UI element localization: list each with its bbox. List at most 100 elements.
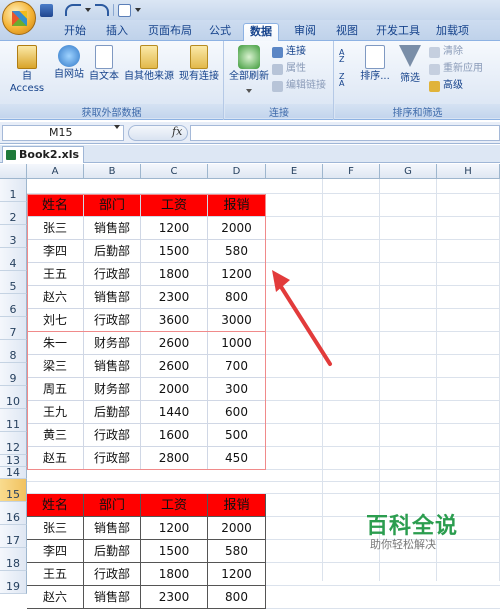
sort-descending-icon[interactable]: ZA bbox=[339, 73, 351, 88]
row-header-10[interactable]: 10 bbox=[0, 386, 27, 409]
select-all-corner[interactable] bbox=[0, 164, 27, 179]
table1-cell[interactable]: 800 bbox=[208, 286, 266, 309]
table1-cell[interactable]: 销售部 bbox=[84, 286, 141, 309]
table1-cell[interactable]: 行政部 bbox=[84, 447, 141, 470]
table1-cell[interactable]: 李四 bbox=[27, 240, 84, 263]
insert-function-icon[interactable]: fx bbox=[172, 125, 182, 138]
properties-button[interactable]: 属性 bbox=[272, 62, 306, 76]
table1-cell[interactable]: 2800 bbox=[141, 447, 208, 470]
table2-cell[interactable]: 后勤部 bbox=[84, 540, 141, 563]
table1-cell[interactable]: 张三 bbox=[27, 217, 84, 240]
column-header-b[interactable]: B bbox=[84, 164, 141, 179]
column-header-h[interactable]: H bbox=[437, 164, 500, 179]
table1-cell[interactable]: 赵六 bbox=[27, 286, 84, 309]
name-box[interactable]: M15 bbox=[2, 125, 124, 141]
table2-cell[interactable]: 2000 bbox=[208, 517, 266, 540]
edit-links-button[interactable]: 编辑链接 bbox=[272, 79, 326, 93]
row-header-16[interactable]: 16 bbox=[0, 502, 27, 525]
table2-header-cell[interactable]: 报销 bbox=[208, 494, 266, 517]
tab-page-layout[interactable]: 页面布局 bbox=[142, 23, 198, 41]
table1-cell[interactable]: 1440 bbox=[141, 401, 208, 424]
redo-icon[interactable] bbox=[95, 4, 109, 16]
row-header-7[interactable]: 7 bbox=[0, 317, 27, 340]
tab-add-ins[interactable]: 加载项 bbox=[430, 23, 475, 41]
table1-cell[interactable]: 黄三 bbox=[27, 424, 84, 447]
row-header-3[interactable]: 3 bbox=[0, 225, 27, 248]
tab-insert[interactable]: 插入 bbox=[100, 23, 134, 41]
table1-cell[interactable]: 王五 bbox=[27, 263, 84, 286]
table1-cell[interactable]: 财务部 bbox=[84, 378, 141, 401]
table1-cell[interactable]: 500 bbox=[208, 424, 266, 447]
table1-cell[interactable]: 后勤部 bbox=[84, 240, 141, 263]
table2-cell[interactable]: 1800 bbox=[141, 563, 208, 586]
row-header-8[interactable]: 8 bbox=[0, 340, 27, 363]
table1-cell[interactable]: 行政部 bbox=[84, 263, 141, 286]
table1-cell[interactable]: 2600 bbox=[141, 355, 208, 378]
table1-cell[interactable]: 销售部 bbox=[84, 355, 141, 378]
formula-input[interactable] bbox=[190, 125, 500, 141]
table1-header-cell[interactable]: 姓名 bbox=[27, 194, 84, 217]
table1-cell[interactable]: 580 bbox=[208, 240, 266, 263]
advanced-button[interactable]: 高级 bbox=[429, 79, 463, 93]
column-header-f[interactable]: F bbox=[323, 164, 380, 179]
table1-cell[interactable]: 行政部 bbox=[84, 424, 141, 447]
dropdown-icon[interactable] bbox=[135, 8, 141, 12]
table1-header-cell[interactable]: 工资 bbox=[141, 194, 208, 217]
tab-developer[interactable]: 开发工具 bbox=[370, 23, 426, 41]
column-header-e[interactable]: E bbox=[266, 164, 323, 179]
tab-formulas[interactable]: 公式 bbox=[203, 23, 237, 41]
row-header-17[interactable]: 17 bbox=[0, 525, 27, 548]
table2-header-cell[interactable]: 姓名 bbox=[27, 494, 84, 517]
table1-cell[interactable]: 后勤部 bbox=[84, 401, 141, 424]
workbook-tab[interactable]: Book2.xls * bbox=[2, 146, 84, 176]
table1-cell[interactable]: 3000 bbox=[208, 309, 266, 332]
tab-home[interactable]: 开始 bbox=[58, 23, 92, 41]
table1-cell[interactable]: 朱一 bbox=[27, 332, 84, 355]
row-header-2[interactable]: 2 bbox=[0, 202, 27, 225]
table1-header-cell[interactable]: 报销 bbox=[208, 194, 266, 217]
table1-cell[interactable]: 2600 bbox=[141, 332, 208, 355]
table2-cell[interactable]: 2300 bbox=[141, 586, 208, 609]
table1-cell[interactable]: 财务部 bbox=[84, 332, 141, 355]
column-header-a[interactable]: A bbox=[27, 164, 84, 179]
table2-cell[interactable]: 销售部 bbox=[84, 586, 141, 609]
column-header-d[interactable]: D bbox=[208, 164, 266, 179]
row-header-18[interactable]: 18 bbox=[0, 548, 27, 571]
connections-button[interactable]: 连接 bbox=[272, 45, 306, 59]
table2-cell[interactable]: 行政部 bbox=[84, 563, 141, 586]
filter-button[interactable]: 筛选 bbox=[395, 45, 425, 85]
reapply-button[interactable]: 重新应用 bbox=[429, 62, 483, 76]
print-preview-icon[interactable] bbox=[118, 3, 131, 17]
sort-ascending-icon[interactable]: AZ bbox=[339, 49, 351, 64]
table2-header-cell[interactable]: 部门 bbox=[84, 494, 141, 517]
existing-connections-button[interactable]: 现有连接 bbox=[178, 45, 220, 83]
table1-cell[interactable]: 2000 bbox=[141, 378, 208, 401]
table2-cell[interactable]: 1200 bbox=[141, 517, 208, 540]
table1-cell[interactable]: 1200 bbox=[208, 263, 266, 286]
row-header-12[interactable]: 12 bbox=[0, 432, 27, 455]
table1-cell[interactable]: 1600 bbox=[141, 424, 208, 447]
from-text-button[interactable]: 自文本 bbox=[88, 45, 120, 83]
table1-cell[interactable]: 300 bbox=[208, 378, 266, 401]
table2-cell[interactable]: 800 bbox=[208, 586, 266, 609]
table1-cell[interactable]: 行政部 bbox=[84, 309, 141, 332]
tab-review[interactable]: 审阅 bbox=[288, 23, 322, 41]
row-header-14[interactable]: 14 bbox=[0, 467, 27, 479]
chevron-down-icon[interactable] bbox=[114, 125, 120, 129]
table1-cell[interactable]: 2300 bbox=[141, 286, 208, 309]
table2-cell[interactable]: 赵六 bbox=[27, 586, 84, 609]
from-access-button[interactable]: 自 Access bbox=[4, 45, 50, 95]
column-header-g[interactable]: G bbox=[380, 164, 437, 179]
clear-button[interactable]: 清除 bbox=[429, 45, 463, 59]
table1-cell[interactable]: 赵五 bbox=[27, 447, 84, 470]
row-header-1[interactable]: 1 bbox=[0, 179, 27, 202]
refresh-all-button[interactable]: 全部刷新 bbox=[227, 45, 271, 93]
chevron-down-icon[interactable] bbox=[246, 89, 252, 93]
table1-header-cell[interactable]: 部门 bbox=[84, 194, 141, 217]
row-header-11[interactable]: 11 bbox=[0, 409, 27, 432]
table1-cell[interactable]: 周五 bbox=[27, 378, 84, 401]
row-header-6[interactable]: 6 bbox=[0, 294, 27, 317]
table1-cell[interactable]: 1000 bbox=[208, 332, 266, 355]
row-header-9[interactable]: 9 bbox=[0, 363, 27, 386]
undo-icon[interactable] bbox=[65, 4, 81, 16]
